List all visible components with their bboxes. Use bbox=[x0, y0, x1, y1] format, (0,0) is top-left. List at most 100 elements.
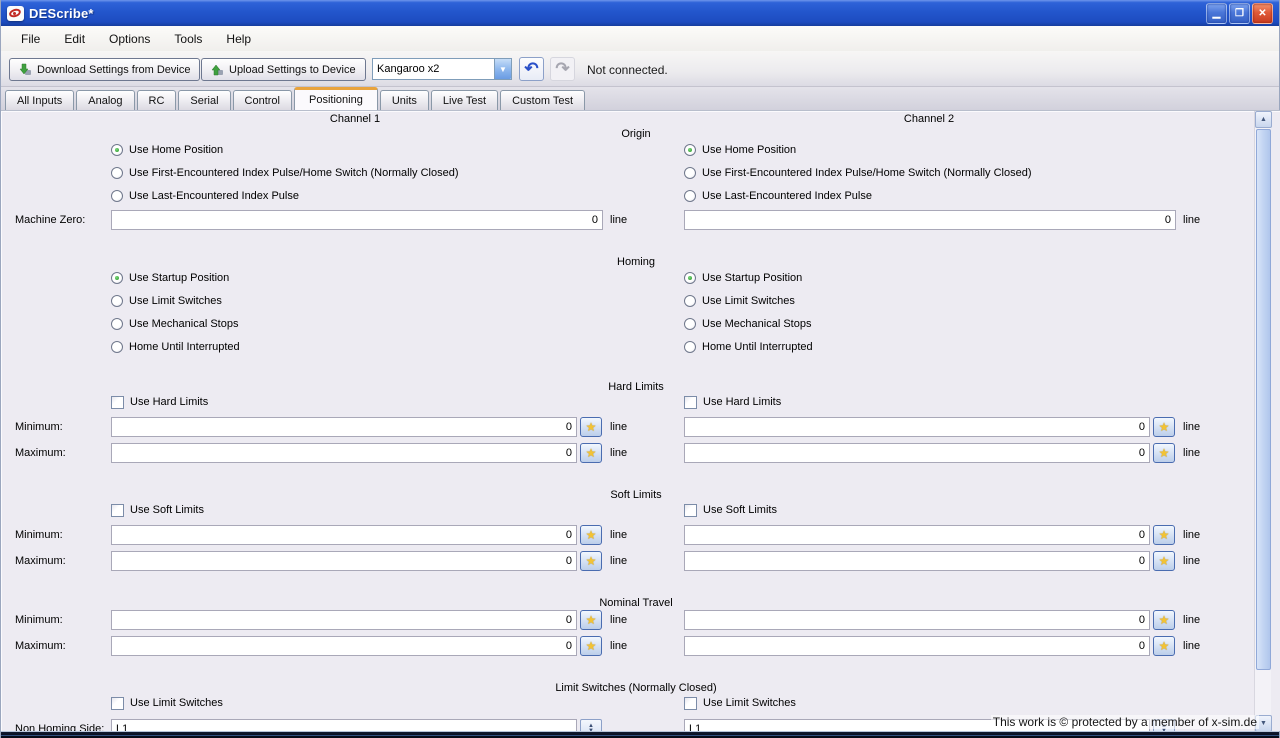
checkbox-icon[interactable] bbox=[111, 396, 124, 409]
minimize-button[interactable]: ▁ bbox=[1206, 3, 1227, 24]
redo-button[interactable]: ↷ bbox=[550, 57, 575, 81]
soft-limits-max-input-ch1[interactable] bbox=[111, 551, 577, 571]
radio-icon[interactable] bbox=[684, 295, 696, 307]
use-limit-switches-checkbox-ch1[interactable]: Use Limit Switches bbox=[111, 695, 223, 711]
radio-icon[interactable] bbox=[684, 144, 696, 156]
radio-last-index-pulse-ch2[interactable]: Use Last-Encountered Index Pulse bbox=[684, 188, 872, 204]
hard-limits-max-input-ch2[interactable] bbox=[684, 443, 1150, 463]
checkbox-icon[interactable] bbox=[684, 504, 697, 517]
use-hard-limits-checkbox-ch2[interactable]: Use Hard Limits bbox=[684, 394, 781, 410]
use-hard-limits-checkbox-ch1[interactable]: Use Hard Limits bbox=[111, 394, 208, 410]
nominal-travel-max-input-ch1[interactable] bbox=[111, 636, 577, 656]
radio-icon[interactable] bbox=[684, 341, 696, 353]
non-homing-side-dropdown-button[interactable]: ▲▼ bbox=[580, 719, 602, 731]
radio-icon[interactable] bbox=[111, 295, 123, 307]
capture-position-button[interactable]: ★ bbox=[580, 417, 602, 437]
radio-first-index-pulse-ch2[interactable]: Use First-Encountered Index Pulse/Home S… bbox=[684, 165, 1032, 181]
radio-use-home-position-ch2[interactable]: Use Home Position bbox=[684, 142, 796, 158]
checkbox-icon[interactable] bbox=[684, 697, 697, 710]
tab-rc[interactable]: RC bbox=[137, 90, 177, 110]
upload-settings-button[interactable]: Upload Settings to Device bbox=[201, 58, 366, 81]
checkbox-icon[interactable] bbox=[111, 697, 124, 710]
scroll-up-button[interactable]: ▲ bbox=[1255, 111, 1272, 128]
tab-all-inputs[interactable]: All Inputs bbox=[5, 90, 74, 110]
radio-first-index-pulse-ch1[interactable]: Use First-Encountered Index Pulse/Home S… bbox=[111, 165, 459, 181]
radio-use-limit-switches-ch2[interactable]: Use Limit Switches bbox=[684, 293, 795, 309]
radio-home-until-interrupted-ch2[interactable]: Home Until Interrupted bbox=[684, 339, 813, 355]
capture-position-button[interactable]: ★ bbox=[580, 636, 602, 656]
checkbox-icon[interactable] bbox=[684, 396, 697, 409]
close-button[interactable]: ✕ bbox=[1252, 3, 1273, 24]
checkbox-label: Use Hard Limits bbox=[703, 396, 781, 408]
soft-limits-min-input-ch2[interactable] bbox=[684, 525, 1150, 545]
radio-icon[interactable] bbox=[111, 272, 123, 284]
tab-live-test[interactable]: Live Test bbox=[431, 90, 498, 110]
toolbar: Download Settings from Device Upload Set… bbox=[1, 51, 1279, 87]
non-homing-side-select-ch1[interactable]: L1 bbox=[111, 719, 577, 731]
capture-position-button[interactable]: ★ bbox=[1153, 636, 1175, 656]
radio-use-limit-switches-ch1[interactable]: Use Limit Switches bbox=[111, 293, 222, 309]
radio-use-startup-position-ch2[interactable]: Use Startup Position bbox=[684, 270, 802, 286]
tab-units[interactable]: Units bbox=[380, 90, 429, 110]
non-homing-side-value: L1 bbox=[112, 723, 576, 731]
menu-tools[interactable]: Tools bbox=[162, 29, 214, 49]
radio-icon[interactable] bbox=[684, 318, 696, 330]
radio-icon[interactable] bbox=[111, 318, 123, 330]
capture-position-button[interactable]: ★ bbox=[1153, 610, 1175, 630]
unit-label: line bbox=[610, 417, 627, 437]
tab-custom-test[interactable]: Custom Test bbox=[500, 90, 585, 110]
vertical-scrollbar[interactable]: ▲ ▼ bbox=[1254, 111, 1271, 731]
machine-zero-input-ch2[interactable] bbox=[684, 210, 1176, 230]
capture-position-button[interactable]: ★ bbox=[1153, 443, 1175, 463]
menu-file[interactable]: File bbox=[9, 29, 52, 49]
tab-control[interactable]: Control bbox=[233, 90, 292, 110]
download-settings-button[interactable]: Download Settings from Device bbox=[9, 58, 200, 81]
capture-position-button[interactable]: ★ bbox=[1153, 417, 1175, 437]
restore-button[interactable]: ❐ bbox=[1229, 3, 1250, 24]
capture-position-button[interactable]: ★ bbox=[1153, 551, 1175, 571]
radio-icon[interactable] bbox=[684, 272, 696, 284]
soft-limits-min-input-ch1[interactable] bbox=[111, 525, 577, 545]
tab-analog[interactable]: Analog bbox=[76, 90, 134, 110]
radio-icon[interactable] bbox=[684, 167, 696, 179]
use-limit-switches-checkbox-ch2[interactable]: Use Limit Switches bbox=[684, 695, 796, 711]
radio-use-startup-position-ch1[interactable]: Use Startup Position bbox=[111, 270, 229, 286]
capture-position-button[interactable]: ★ bbox=[580, 525, 602, 545]
scrollbar-thumb[interactable] bbox=[1256, 129, 1271, 670]
use-soft-limits-checkbox-ch2[interactable]: Use Soft Limits bbox=[684, 502, 777, 518]
radio-icon[interactable] bbox=[111, 167, 123, 179]
menu-options[interactable]: Options bbox=[97, 29, 162, 49]
undo-button[interactable]: ↶ bbox=[519, 57, 544, 81]
radio-last-index-pulse-ch1[interactable]: Use Last-Encountered Index Pulse bbox=[111, 188, 299, 204]
soft-limits-max-input-ch2[interactable] bbox=[684, 551, 1150, 571]
menu-edit[interactable]: Edit bbox=[52, 29, 97, 49]
radio-icon[interactable] bbox=[111, 144, 123, 156]
hard-limits-min-input-ch2[interactable] bbox=[684, 417, 1150, 437]
radio-use-home-position-ch1[interactable]: Use Home Position bbox=[111, 142, 223, 158]
radio-use-mechanical-stops-ch2[interactable]: Use Mechanical Stops bbox=[684, 316, 811, 332]
capture-position-button[interactable]: ★ bbox=[1153, 525, 1175, 545]
menu-help[interactable]: Help bbox=[214, 29, 263, 49]
machine-zero-input-ch1[interactable] bbox=[111, 210, 603, 230]
nominal-travel-max-input-ch2[interactable] bbox=[684, 636, 1150, 656]
chevron-down-icon[interactable]: ▼ bbox=[494, 59, 511, 79]
use-soft-limits-checkbox-ch1[interactable]: Use Soft Limits bbox=[111, 502, 204, 518]
nominal-travel-min-input-ch2[interactable] bbox=[684, 610, 1150, 630]
capture-position-button[interactable]: ★ bbox=[580, 551, 602, 571]
checkbox-icon[interactable] bbox=[111, 504, 124, 517]
device-select[interactable]: Kangaroo x2 ▼ bbox=[372, 58, 512, 80]
hard-limits-max-input-ch1[interactable] bbox=[111, 443, 577, 463]
radio-icon[interactable] bbox=[684, 190, 696, 202]
maximum-label: Maximum: bbox=[15, 636, 66, 656]
capture-position-button[interactable]: ★ bbox=[580, 610, 602, 630]
radio-icon[interactable] bbox=[111, 341, 123, 353]
tab-positioning[interactable]: Positioning bbox=[294, 87, 378, 110]
hard-limits-min-input-ch1[interactable] bbox=[111, 417, 577, 437]
tab-serial[interactable]: Serial bbox=[178, 90, 230, 110]
nominal-travel-min-input-ch1[interactable] bbox=[111, 610, 577, 630]
window-controls: ▁ ❐ ✕ bbox=[1206, 3, 1273, 24]
capture-position-button[interactable]: ★ bbox=[580, 443, 602, 463]
radio-home-until-interrupted-ch1[interactable]: Home Until Interrupted bbox=[111, 339, 240, 355]
radio-use-mechanical-stops-ch1[interactable]: Use Mechanical Stops bbox=[111, 316, 238, 332]
radio-icon[interactable] bbox=[111, 190, 123, 202]
